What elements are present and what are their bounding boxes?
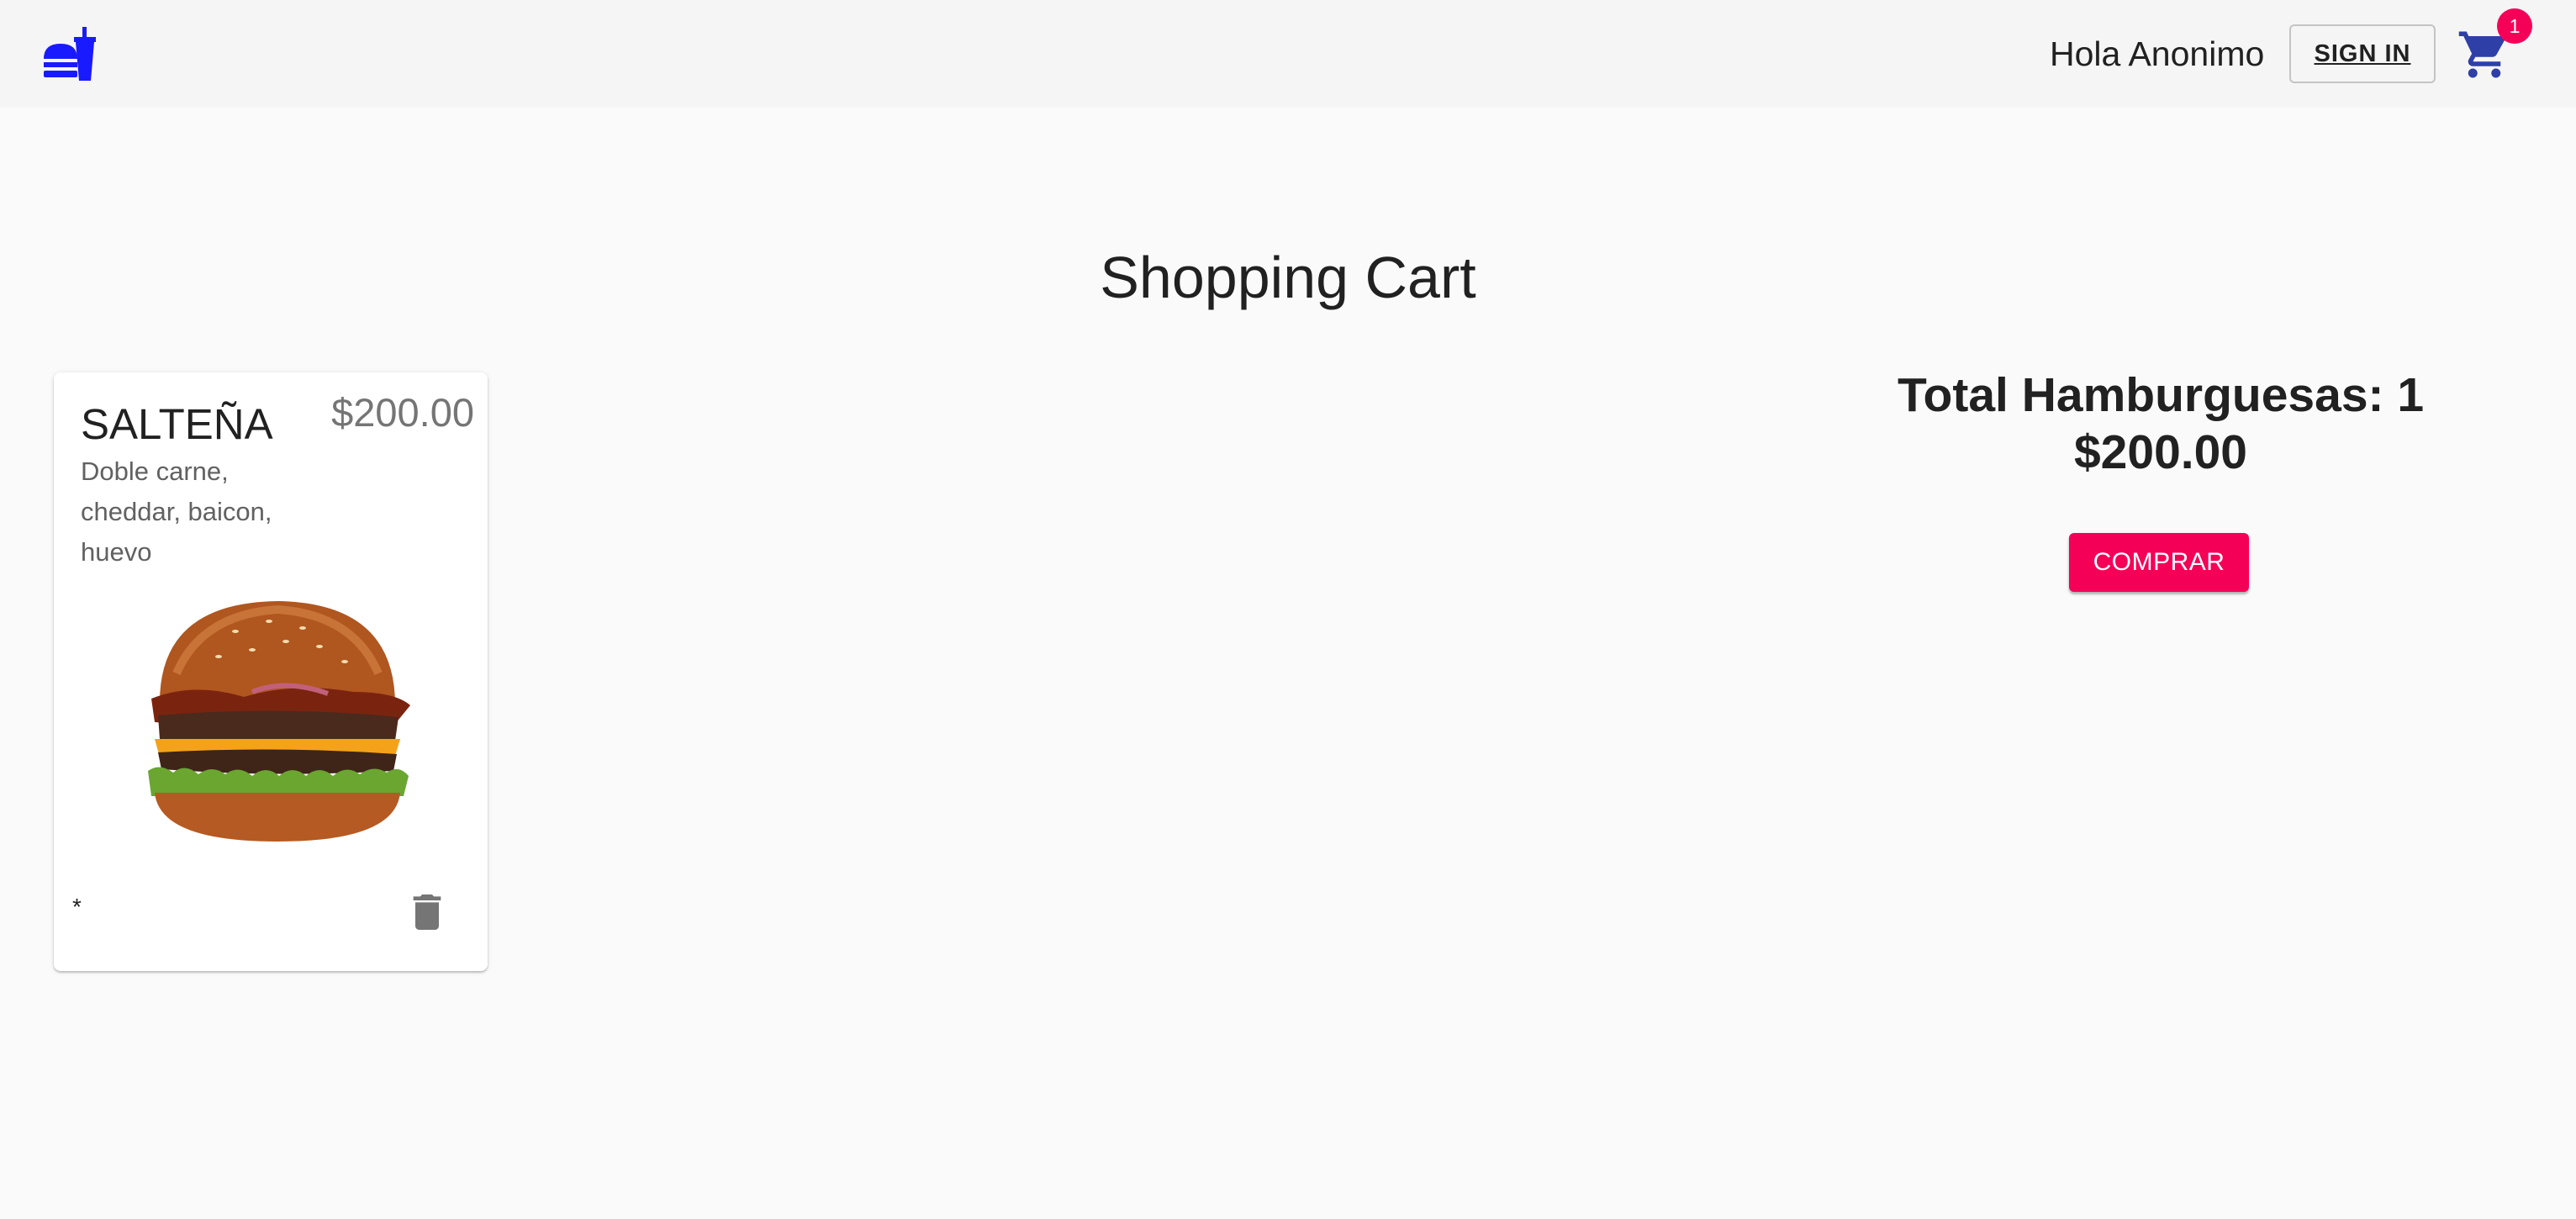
product-price: $200.00 xyxy=(331,390,474,435)
hamburger-image xyxy=(143,598,412,843)
app-bar: Hola Anonimo SIGN IN 1 xyxy=(0,0,2576,108)
greeting-text: Hola Anonimo xyxy=(2050,34,2265,73)
buy-button[interactable]: COMPRAR xyxy=(2069,533,2249,592)
quantity-marker: * xyxy=(72,894,82,920)
total-items-label: Total Hamburguesas: 1 xyxy=(1897,368,2425,422)
product-name: SALTEÑA xyxy=(81,400,273,448)
cart-count-badge: 1 xyxy=(2497,8,2532,44)
page-title: Shopping Cart xyxy=(1100,245,1476,310)
product-description: Doble carne, cheddar, baicon, huevo xyxy=(81,456,272,567)
sign-in-button[interactable]: SIGN IN xyxy=(2289,24,2436,83)
trash-icon xyxy=(413,894,441,930)
cart-item-card: SALTEÑA $200.00 Doble carne, cheddar, ba… xyxy=(54,372,488,971)
delete-item-button[interactable] xyxy=(392,877,462,947)
fastfood-icon[interactable] xyxy=(40,25,98,82)
total-price: $200.00 xyxy=(2073,425,2248,479)
